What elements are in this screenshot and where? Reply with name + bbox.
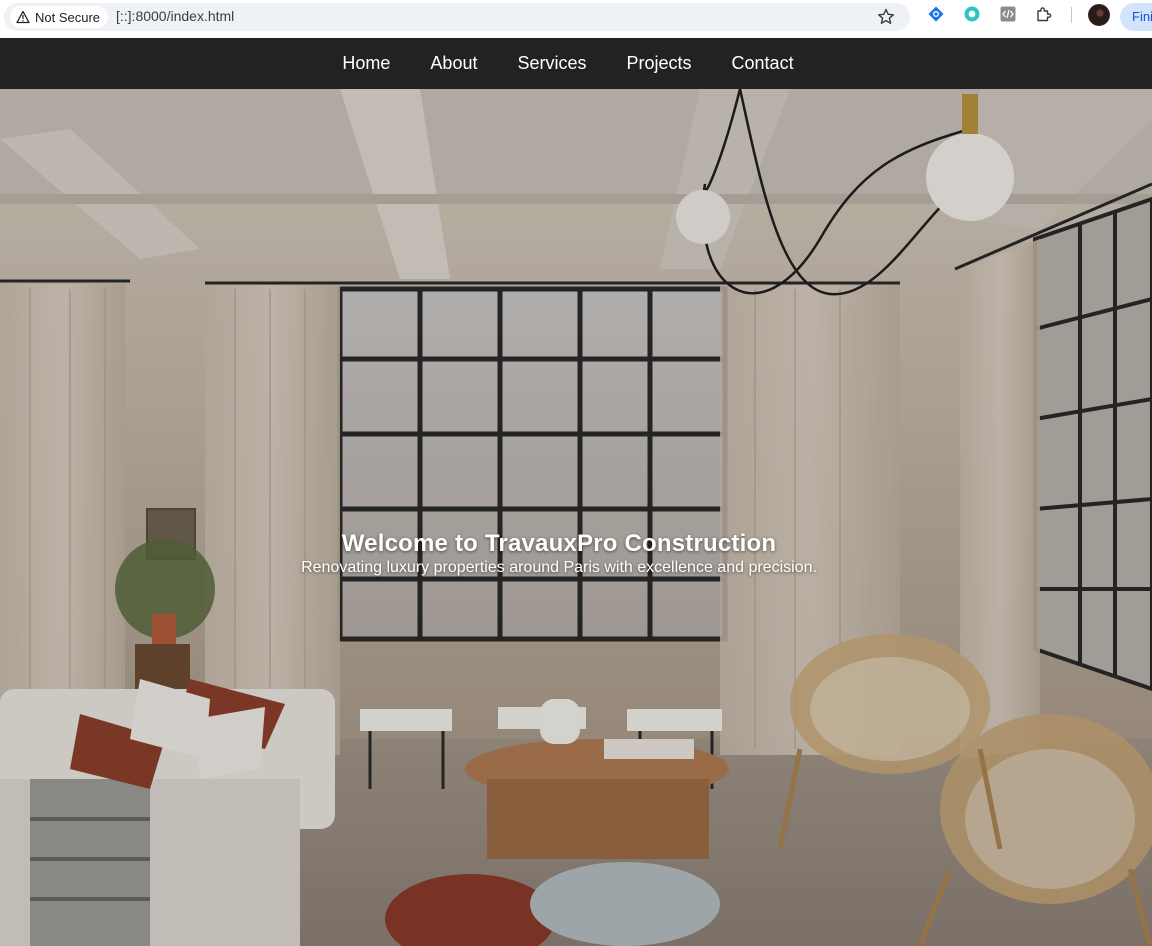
bookmark-star-icon[interactable]	[876, 7, 896, 27]
hero-subtitle: Renovating luxury properties around Pari…	[301, 559, 817, 576]
hero-section: Welcome to TravauxPro Construction Renov…	[0, 89, 1152, 946]
extension-code-icon[interactable]	[999, 5, 1017, 23]
security-indicator[interactable]: Not Secure	[10, 6, 109, 28]
nav-link-services[interactable]: Services	[517, 53, 586, 74]
address-bar[interactable]: Not Secure [::]:8000/index.html	[4, 3, 910, 31]
warning-icon	[16, 10, 30, 24]
nav-link-projects[interactable]: Projects	[627, 53, 692, 74]
hero-text-block: Welcome to TravauxPro Construction Renov…	[0, 530, 1118, 577]
security-label: Not Secure	[35, 9, 101, 25]
nav-link-about[interactable]: About	[430, 53, 477, 74]
extensions-puzzle-icon[interactable]	[1035, 5, 1053, 23]
browser-toolbar: Not Secure [::]:8000/index.html Fini	[0, 0, 1152, 39]
nav-link-home[interactable]: Home	[342, 53, 390, 74]
hero-title: Welcome to TravauxPro Construction	[341, 530, 777, 557]
url-text[interactable]: [::]:8000/index.html	[116, 8, 234, 24]
hero-dim-overlay	[0, 89, 1152, 946]
extension-ring-icon[interactable]	[963, 5, 981, 23]
nav-link-contact[interactable]: Contact	[732, 53, 794, 74]
site-navigation: Home About Services Projects Contact	[0, 38, 1152, 89]
profile-avatar[interactable]	[1088, 4, 1110, 26]
toolbar-separator	[1071, 7, 1072, 23]
profile-chip[interactable]: Fini	[1120, 3, 1152, 31]
extension-tag-icon[interactable]	[927, 5, 945, 23]
